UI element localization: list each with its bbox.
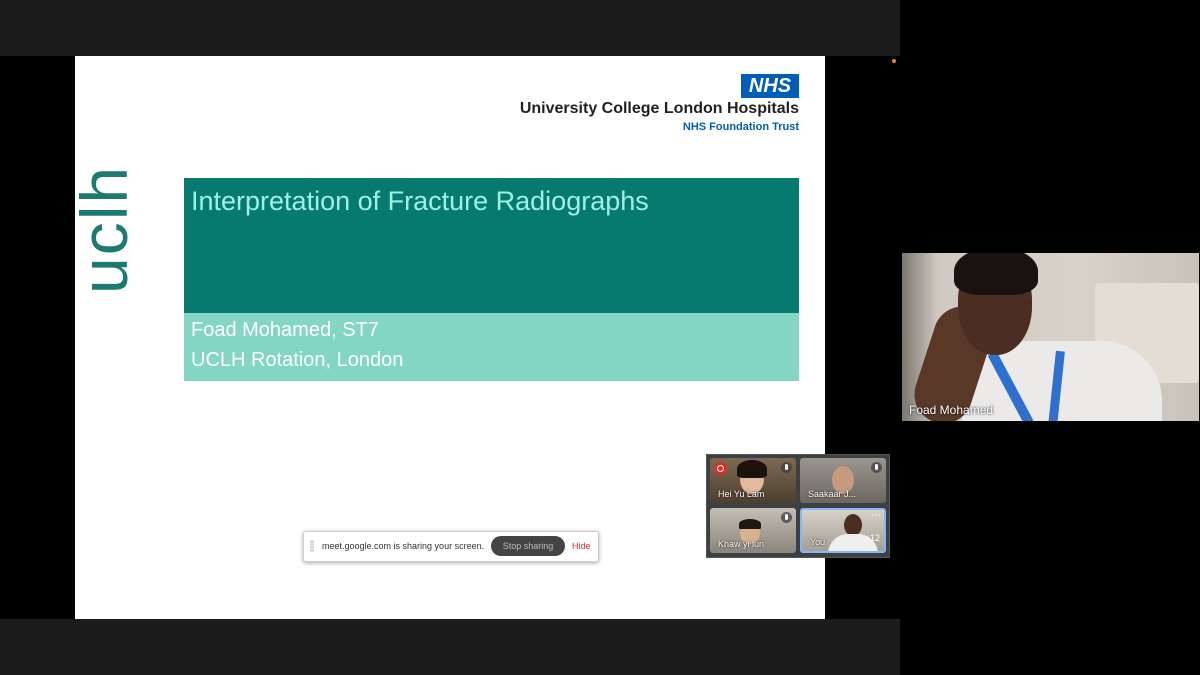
participant-tile[interactable]: Saakaar J...	[800, 458, 886, 503]
bottom-black-bar	[0, 619, 900, 675]
self-view-tile[interactable]: ⋯ You +12	[800, 508, 886, 553]
stop-sharing-button[interactable]: Stop sharing	[491, 536, 565, 556]
participant-tile[interactable]: Hei Yu Lam	[710, 458, 796, 503]
drag-handle-icon[interactable]	[310, 540, 314, 552]
speaker-name: Foad Mohamed	[909, 403, 994, 417]
participant-hair	[737, 460, 767, 478]
author-name: Foad Mohamed, ST7	[191, 319, 379, 341]
slide-title-box: Interpretation of Fracture Radiographs	[184, 178, 799, 313]
participant-name: Khaw yi lun	[718, 539, 765, 549]
participant-grid: Hei Yu Lam Saakaar J... Khaw yi lun ⋯ Yo…	[706, 454, 890, 558]
more-participants-count[interactable]: +12	[865, 533, 880, 543]
status-dot	[892, 59, 896, 63]
speaker-hair	[954, 253, 1038, 295]
speaker-video[interactable]: Foad Mohamed	[902, 253, 1199, 421]
participant-name: You	[810, 537, 826, 547]
participant-tile[interactable]: Khaw yi lun	[710, 508, 796, 553]
participant-face	[844, 514, 862, 536]
trust-subtitle: NHS Foundation Trust	[682, 121, 799, 133]
trust-name: University College London Hospitals	[519, 100, 799, 117]
more-options-icon[interactable]: ⋯	[871, 511, 881, 521]
recording-icon	[714, 462, 727, 475]
hide-button[interactable]: Hide	[572, 541, 591, 551]
nhs-logo: NHS	[741, 74, 799, 98]
author-affiliation: UCLH Rotation, London	[191, 349, 404, 371]
mic-off-icon	[871, 462, 882, 473]
share-message: meet.google.com is sharing your screen.	[322, 541, 485, 551]
mic-off-icon	[781, 512, 792, 523]
participant-hair	[739, 519, 761, 529]
slide-title: Interpretation of Fracture Radiographs	[191, 186, 649, 216]
participant-name: Saakaar J...	[808, 489, 857, 499]
mic-off-icon	[781, 462, 792, 473]
top-black-bar	[0, 0, 900, 56]
slide-author-box: Foad Mohamed, ST7 UCLH Rotation, London	[184, 313, 799, 381]
uclh-vertical-logo: uclh	[67, 164, 141, 294]
screen-share-notification: meet.google.com is sharing your screen. …	[303, 531, 599, 562]
participant-name: Hei Yu Lam	[718, 489, 765, 499]
